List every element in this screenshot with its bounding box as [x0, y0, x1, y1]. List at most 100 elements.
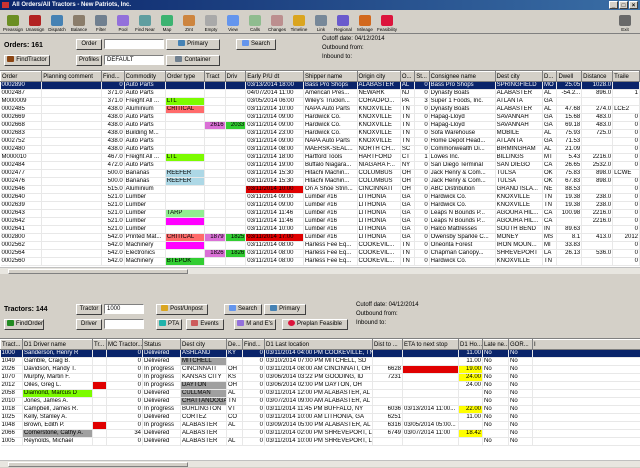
tractor-column-header[interactable]: Tract... — [0, 339, 23, 350]
profile-select[interactable]: DEFAULT — [104, 55, 164, 65]
order-row[interactable]: 0002639 521.0 Lumber 03/11/2014 09:00 Lumber… — [0, 201, 640, 210]
order-row[interactable]: 0002484 472.0 Auto Parts 03/11/2014 19:00 Bu… — [0, 161, 640, 170]
toolbar-changes-button[interactable]: Changes — [266, 10, 288, 33]
tractor-row[interactable]: 2066 Cornerstone, Cathy A. 34 Delivered ALAB… — [0, 429, 640, 438]
tractor-button[interactable]: Tractor — [76, 304, 102, 315]
toolbar-preassign-button[interactable]: Preassign — [2, 10, 24, 33]
order-row[interactable]: M000010 467.0 Freight All ... LTL 03/11/2014… — [0, 153, 640, 162]
primary-button[interactable]: Primary — [166, 39, 220, 50]
tractor-column-header[interactable]: ETA to next stop — [402, 339, 459, 350]
tractor-column-header[interactable]: Tr... — [92, 339, 107, 350]
order-column-header[interactable]: D... — [542, 71, 558, 82]
preplan-feasible-button[interactable]: Preplan Feasible — [282, 319, 348, 330]
m-and-es-button[interactable]: M and E's — [234, 319, 276, 330]
container-button[interactable]: Container — [166, 55, 220, 66]
order-row[interactable]: 0002643 521.0 Lumber TARP 03/11/2014 11:46 Lu… — [0, 209, 640, 218]
order-column-header[interactable]: Planning comment — [41, 71, 102, 82]
order-row[interactable]: 0002642 521.0 Lumber 03/11/2014 11:46 Lumber… — [0, 217, 640, 226]
tractor-row[interactable]: 2012 Oiles, Greg L. 0 In progress DAYTON OH 0 0… — [0, 381, 640, 390]
order-row[interactable]: 0002683 438.0 Building M... 03/11/2014 23:0… — [0, 129, 640, 138]
order-button[interactable]: Order — [76, 39, 102, 50]
order-column-header[interactable]: Order type — [164, 71, 206, 82]
toolbar-balance-button[interactable]: Balance — [68, 10, 90, 33]
tractor-column-header[interactable]: D1 Last location — [264, 339, 373, 350]
order-row[interactable]: 0002564 542.0 Electronics 1826 1826 03/11/201… — [0, 249, 640, 258]
tractor-column-header[interactable]: Late ne... — [482, 339, 509, 350]
order-row[interactable]: 0002668 438.0 Auto Parts 2616 2033 03/11/2014… — [0, 121, 640, 130]
tractor-row[interactable]: 1070 Murphy, Martin F. 0 In progress KANSAS … — [0, 373, 640, 382]
toolbar-feasibility-button[interactable]: Feasibility — [376, 10, 398, 33]
tractor-row[interactable]: 1048 Brown, Edith P. 0 In progress ALABASTER… — [0, 421, 640, 430]
order-column-header[interactable]: Dest city — [494, 71, 544, 82]
order-row[interactable]: 0002646 515.0 Aluminium 03/11/2014 10:00 On … — [0, 185, 640, 194]
order-column-header[interactable]: Commodity — [123, 71, 166, 82]
toolbar-link-button[interactable]: Link — [310, 10, 332, 33]
tractor-column-header[interactable]: I — [532, 339, 640, 350]
order-row[interactable]: 0002640 521.0 Lumber 03/11/2014 09:00 Lumber… — [0, 193, 640, 202]
tractor-row[interactable]: 1049 Gamble, Craig B. 0 Delivered MITCHELL 0 0… — [0, 357, 640, 366]
order-column-header[interactable]: Origin city — [356, 71, 401, 82]
maximize-button[interactable]: □ — [619, 1, 628, 9]
order-column-header[interactable]: Find... — [100, 71, 125, 82]
order-column-header[interactable]: Shipper name — [302, 71, 358, 82]
toolbar-view-button[interactable]: View — [222, 10, 244, 33]
toolbar-empty-button[interactable]: Empty — [200, 10, 222, 33]
order-row[interactable]: 0002485 438.0 Aluminium CRITICAL 03/11/2014 … — [0, 105, 640, 114]
tractor-row[interactable]: 1000 Sanderson, Henry R 0 Delivered ASHLAND K… — [0, 349, 640, 358]
close-window-button[interactable]: × — [629, 1, 638, 9]
order-column-header[interactable]: Driv — [224, 71, 247, 82]
order-column-header[interactable]: Consignee name — [428, 71, 496, 82]
order-column-header[interactable]: Distance — [581, 71, 614, 82]
events-button[interactable]: Events — [186, 319, 224, 330]
tractor-column-header[interactable]: De... — [226, 339, 243, 350]
tractor-column-header[interactable]: Status — [142, 339, 181, 350]
orders-horizontal-scrollbar[interactable] — [0, 267, 640, 274]
order-column-header[interactable]: Tract — [204, 71, 226, 82]
tractor-column-header[interactable]: Dist to ... — [372, 339, 403, 350]
tractor-primary-button[interactable]: Primary — [264, 304, 306, 315]
toolbar-exit-button[interactable]: Exit — [614, 10, 636, 33]
toolbar-regional-button[interactable]: Regional — [332, 10, 354, 33]
profiles-button[interactable]: Profiles — [76, 55, 102, 66]
order-column-header[interactable]: Traile — [612, 71, 640, 82]
driver-button[interactable]: Driver — [76, 319, 102, 330]
tractor-row[interactable]: 2026 Davidson, Randy T. 0 In progress CINCIN… — [0, 365, 640, 374]
post-unpost-button[interactable]: Post/Unpost — [156, 304, 208, 315]
tractor-column-header[interactable]: D1 Driver name — [22, 339, 93, 350]
toolbar-timeline-button[interactable]: Timeline — [288, 10, 310, 33]
toolbar-unassign-button[interactable]: Unassign — [24, 10, 46, 33]
order-row[interactable]: 0002480 438.0 Auto Parts 03/11/2014 08:00 MA… — [0, 145, 640, 154]
tractor-row[interactable]: 2058 Diamond, Marcus D 0 Delivered CULLMAN AL… — [0, 389, 640, 398]
order-input[interactable] — [104, 39, 164, 49]
order-column-header[interactable]: Dwell — [556, 71, 583, 82]
driver-input[interactable] — [104, 319, 144, 329]
order-row[interactable]: 0002477 500.0 Bananas REEFER 03/11/2014 15:3… — [0, 169, 640, 178]
find-order-button[interactable]: FindOrder — [4, 319, 44, 330]
tractor-column-header[interactable]: D1 Ho... — [458, 339, 483, 350]
order-row[interactable]: 0002752 438.0 Auto Parts 03/11/2014 09:00 NA… — [0, 137, 640, 146]
tractor-column-header[interactable]: GOR... — [508, 339, 533, 350]
toolbar-zmt-button[interactable]: Zmt — [178, 10, 200, 33]
search-button[interactable]: Search — [236, 39, 276, 50]
tractor-row[interactable]: 1005 Reynolds, Michael 0 Delivered ALABASTER… — [0, 437, 640, 446]
toolbar-pool-button[interactable]: Pool — [112, 10, 134, 33]
order-column-header[interactable]: St... — [414, 71, 430, 82]
tractors-horizontal-scrollbar[interactable] — [0, 460, 640, 467]
toolbar-dispatch-button[interactable]: Dispatch — [46, 10, 68, 33]
find-tractor-button[interactable]: FindTractor — [4, 55, 50, 66]
order-row[interactable]: M000009 371.0 Freight All ... LTL 03/05/2014… — [0, 97, 640, 106]
order-row[interactable]: 0002476 500.0 Bananas REEFER 03/11/2014 15:3… — [0, 177, 640, 186]
tractor-column-header[interactable]: MC Tractor... — [106, 339, 143, 350]
order-row[interactable]: 0002890 0 Auto Parts 03/13/2014 18:00 Bass P… — [0, 81, 640, 90]
toolbar-map-button[interactable]: Map — [156, 10, 178, 33]
tractor-column-header[interactable]: Dest city — [180, 339, 227, 350]
order-row[interactable]: 0002800 542.0 Printed Mat... CRITICAL 1879 18… — [0, 233, 640, 242]
tractor-search-button[interactable]: Search — [224, 304, 262, 315]
tractor-row[interactable]: 1025 Kelly, Stanley A. 0 Delivered CORTEZ CO 0… — [0, 413, 640, 422]
toolbar-calls-button[interactable]: Calls — [244, 10, 266, 33]
tractor-row[interactable]: 1018 Campbell, James R. 0 In progress BURLIN… — [0, 405, 640, 414]
scroll-thumb[interactable] — [8, 462, 188, 467]
order-row[interactable]: 0002487 371.0 Auto Parts 04/07/2014 11:00 Am… — [0, 89, 640, 98]
pta-button[interactable]: PTA — [156, 319, 182, 330]
order-row[interactable]: 0002669 438.0 Auto Parts 03/11/2014 09:00 Ha… — [0, 113, 640, 122]
